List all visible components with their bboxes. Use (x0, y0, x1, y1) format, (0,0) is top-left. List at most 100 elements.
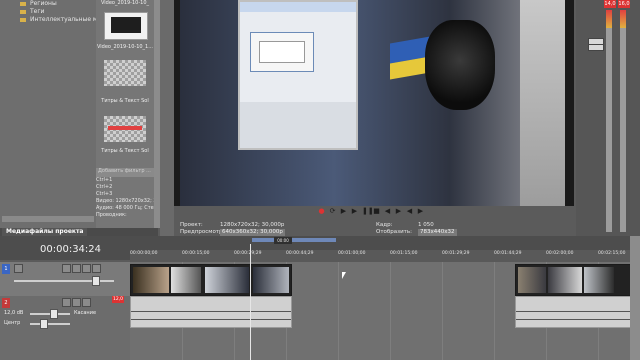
preview-frame-image (180, 0, 565, 206)
stop-button[interactable]: ■ (373, 208, 380, 215)
media-properties: Добавить фильтр ... Ctrl+1 Ctrl+2 Ctrl+3… (96, 168, 158, 228)
tree-item-regions[interactable]: Регионы (20, 0, 57, 8)
mute-icon[interactable] (72, 264, 81, 273)
clip-thumbnail (548, 267, 582, 293)
preview-quality-value[interactable]: 640x360x32; 30,000p (220, 229, 285, 236)
video-preview (174, 0, 574, 206)
solo-icon[interactable] (82, 264, 91, 273)
next-marker-button[interactable]: ▶ (395, 208, 402, 215)
shortcut-label: Ctrl+1 (96, 177, 113, 183)
scene-monitor-screen (238, 0, 358, 150)
play-from-start-button[interactable]: ▶ (340, 208, 347, 215)
solo-icon[interactable] (82, 298, 91, 307)
ruler-label: 00:01:00;00 (338, 251, 366, 256)
property-video: Видео: 1280x720x32; 30 (96, 198, 158, 204)
clip-thumbnail (518, 267, 546, 293)
audio-clip-1[interactable] (130, 296, 292, 328)
tree-horizontal-scrollbar[interactable] (2, 216, 94, 222)
scene-gas-mask (425, 20, 495, 110)
audio-clip-2[interactable] (515, 296, 630, 328)
ruler-label: 00:01:29;29 (442, 251, 470, 256)
play-button[interactable]: ▶ (351, 208, 358, 215)
property-explorer: Проводник: (96, 212, 127, 218)
media-item-label: Video_2019-10-10_ (100, 0, 150, 6)
tree-item-smart-bins[interactable]: Интеллектуальные ман (20, 16, 105, 24)
record-button[interactable]: ● (318, 208, 325, 215)
audio-waveform (516, 319, 630, 320)
audio-waveform (131, 319, 291, 320)
frame-label: Кадр: (376, 222, 393, 228)
ruler-label: 00:01:15;00 (390, 251, 418, 256)
media-thumbnail-titles-1[interactable] (104, 60, 146, 86)
track-motion-icon[interactable] (14, 264, 23, 273)
folder-icon (20, 9, 26, 14)
loop-button[interactable]: ⟳ (329, 208, 336, 215)
property-audio: Аудио: 48 000 Гц; Стер (96, 205, 157, 211)
media-thumbnail-titles-2[interactable] (104, 116, 146, 142)
pan-knob[interactable] (40, 319, 48, 329)
project-label: Проект: (180, 222, 203, 228)
peak-left: 14,0 (604, 0, 616, 8)
timeline-vertical-scrollbar[interactable] (630, 236, 640, 360)
display-value: 783x440x32 (418, 229, 457, 236)
level-meter-left (606, 10, 612, 232)
clip-thumbnail (133, 267, 169, 293)
shortcut-label: Ctrl+3 (96, 191, 113, 197)
clip-thumbnail (205, 267, 249, 293)
tab-project-media[interactable]: Медиафайлы проекта (2, 228, 88, 236)
scene-window-bottom (240, 102, 356, 148)
gridline (494, 262, 495, 360)
audio-peak-indicator: 12,0 (112, 296, 124, 303)
track-headers: 1 2 12,0 12,0 dB Касание Центр (0, 262, 130, 360)
audio-track-header[interactable]: 2 12,0 12,0 dB Касание Центр (0, 296, 130, 360)
master-fader-right[interactable] (588, 44, 604, 51)
prev-frame-button[interactable]: ◀ (406, 208, 413, 215)
preview-label: Предпросмотр: (180, 229, 225, 235)
timeline-area[interactable] (130, 262, 630, 360)
tree-item-label: Регионы (30, 0, 57, 7)
tree-item-tags[interactable]: Теги (20, 8, 44, 16)
media-search-field[interactable]: Добавить фильтр ... (96, 168, 158, 177)
ruler-label: 00:00:29;29 (234, 251, 262, 256)
video-frame-image (111, 17, 141, 33)
loop-region-bar[interactable] (252, 238, 336, 242)
automation-mode[interactable]: Касание (74, 310, 96, 316)
prev-marker-button[interactable]: ◀ (384, 208, 391, 215)
media-item-label: Video_2019-10-10_1... (96, 44, 153, 50)
video-level-knob[interactable] (92, 276, 100, 286)
ruler-label: 00:00:15;00 (182, 251, 210, 256)
track-fx-icon[interactable] (62, 298, 71, 307)
video-clip-2[interactable] (515, 264, 630, 296)
title-text-preview (108, 126, 142, 130)
media-item-label: Титры & Текст Sol (101, 148, 149, 154)
video-track-header[interactable]: 1 (0, 262, 130, 296)
mute-icon[interactable] (72, 298, 81, 307)
display-label: Отобразить: (376, 229, 412, 235)
playhead-cursor[interactable] (250, 244, 251, 360)
audio-volume-knob[interactable] (50, 309, 58, 319)
audio-level-label: 12,0 dB (4, 310, 24, 316)
ruler-label: 00:01:44;29 (494, 251, 522, 256)
track-menu-icon[interactable] (92, 264, 101, 273)
media-item-label: Титры & Текст Sol (101, 98, 149, 104)
time-ruler[interactable]: 00:00:00;00 00:00:15;00 00:00:29;29 00:0… (130, 250, 630, 262)
clip-thumbnail (171, 267, 201, 293)
panel-splitter[interactable] (160, 0, 174, 236)
track-fx-icon[interactable] (62, 264, 71, 273)
ruler-label: 00:02:00;00 (546, 251, 574, 256)
preview-info: Проект: 1280x720x32; 30,000p Предпросмот… (174, 218, 574, 236)
pan-slider[interactable] (30, 323, 70, 325)
clip-thumbnail (584, 267, 614, 293)
next-frame-button[interactable]: ▶ (417, 208, 424, 215)
pause-button[interactable]: ❚❚ (362, 208, 374, 215)
video-track-number: 1 (2, 264, 10, 274)
media-thumbnail-video-2[interactable] (104, 12, 148, 40)
pan-label: Центр (4, 320, 21, 326)
folder-icon (20, 17, 26, 22)
project-value: 1280x720x32; 30,000p (220, 222, 285, 228)
video-clip-1[interactable] (130, 264, 292, 296)
gridline (390, 262, 391, 360)
tree-item-label: Теги (30, 8, 45, 15)
loop-region-label: 00:00 (274, 237, 292, 244)
transport-bar: ● ⟳ ▶ ▶ ❚❚ ■ ◀ ▶ ◀ ▶ (174, 206, 574, 218)
